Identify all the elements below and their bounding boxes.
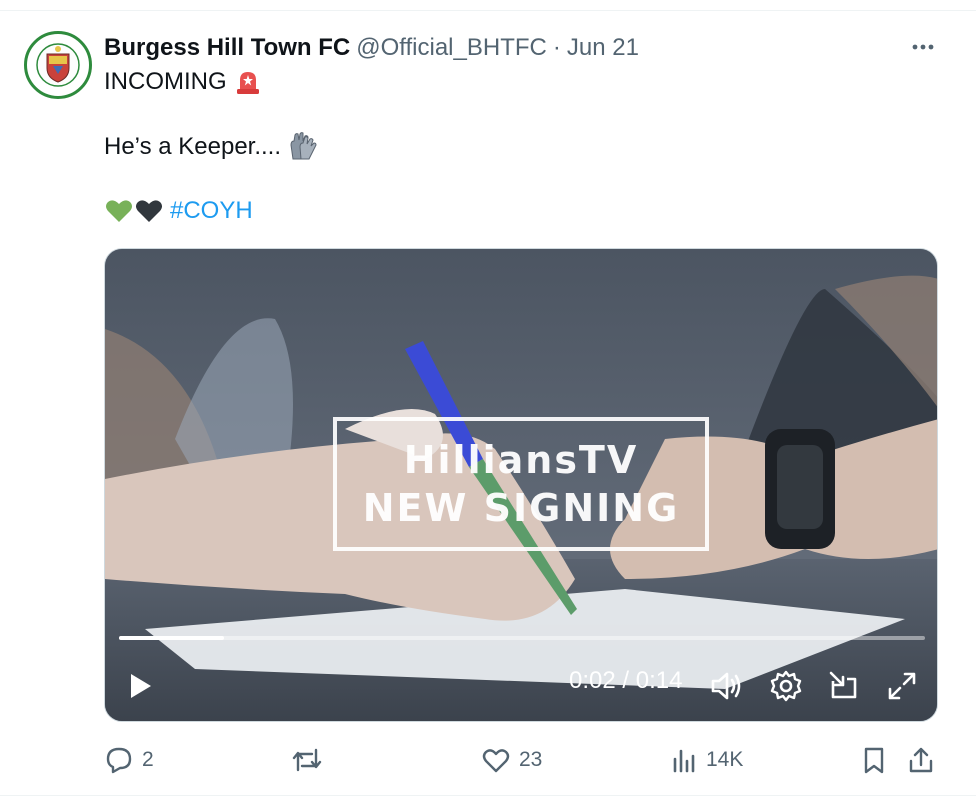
video-time: 0:02 / 0:14 xyxy=(569,667,683,694)
retweet-icon xyxy=(292,748,322,772)
black-heart-icon xyxy=(136,200,162,222)
tweet-text-incoming: INCOMING xyxy=(104,68,227,95)
settings-icon[interactable] xyxy=(769,669,803,703)
picture-in-picture-icon[interactable] xyxy=(827,669,861,703)
goalkeeper-gloves-icon xyxy=(290,132,317,160)
tweet-card[interactable]: Burgess Hill Town FC @Official_BHTFC · J… xyxy=(0,0,976,804)
like-count: 23 xyxy=(519,748,543,771)
police-light-icon xyxy=(236,72,259,94)
share-button[interactable] xyxy=(906,738,936,782)
tweet-line-2: He’s a Keeper.... xyxy=(104,131,319,163)
more-horizontal-icon[interactable] xyxy=(906,32,940,62)
green-heart-icon xyxy=(106,200,132,222)
tweet-line-3: #COYH xyxy=(104,195,253,227)
views-button[interactable]: 14K xyxy=(670,738,743,782)
bookmark-icon xyxy=(864,747,884,774)
overlay-subtitle: NEW SIGNING xyxy=(362,486,680,530)
retweet-button[interactable] xyxy=(290,738,332,782)
tweet-header: Burgess Hill Town FC @Official_BHTFC · J… xyxy=(104,33,639,63)
video-progress-bar[interactable] xyxy=(119,636,925,640)
overlay-title-box: HilliansTV NEW SIGNING xyxy=(333,417,709,551)
reply-count: 2 xyxy=(142,748,154,771)
post-date[interactable]: Jun 21 xyxy=(567,34,639,62)
video-progress-fill xyxy=(119,636,224,640)
tweet-text-keeper: He’s a Keeper.... xyxy=(104,133,281,160)
play-icon[interactable] xyxy=(127,671,155,701)
tweet-line-1: INCOMING xyxy=(104,66,263,98)
action-bar: 2 23 14K xyxy=(0,738,976,782)
author-name[interactable]: Burgess Hill Town FC xyxy=(104,34,350,62)
bookmark-button[interactable] xyxy=(860,738,888,782)
share-icon xyxy=(909,747,933,773)
overlay-title: HilliansTV xyxy=(403,438,639,482)
author-handle[interactable]: @Official_BHTFC xyxy=(356,34,547,62)
fullscreen-icon[interactable] xyxy=(885,669,919,703)
reply-button[interactable]: 2 xyxy=(104,738,154,782)
volume-icon[interactable] xyxy=(709,669,743,703)
views-chart-icon xyxy=(673,749,695,773)
views-count: 14K xyxy=(706,748,744,771)
hashtag-link[interactable]: #COYH xyxy=(170,197,253,225)
like-button[interactable]: 23 xyxy=(481,738,542,782)
divider-top xyxy=(0,10,976,11)
heart-icon xyxy=(482,749,510,773)
reply-icon xyxy=(106,747,132,774)
video-player[interactable]: HilliansTV NEW SIGNING 0:02 / 0:14 xyxy=(104,248,938,722)
divider-bottom xyxy=(0,795,976,796)
club-crest-icon xyxy=(29,36,87,94)
separator-dot: · xyxy=(552,34,561,61)
avatar[interactable] xyxy=(24,31,92,99)
